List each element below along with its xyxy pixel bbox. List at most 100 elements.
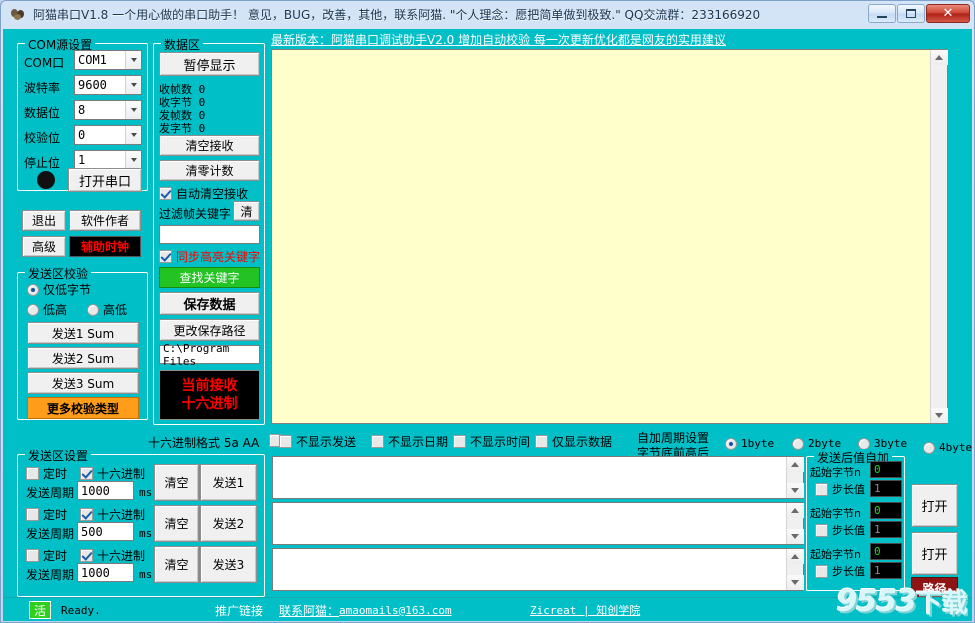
scroll-up-icon[interactable]: [786, 457, 804, 472]
more-checksum-types-button[interactable]: 更多校验类型: [27, 397, 139, 419]
change-save-path-button[interactable]: 更改保存路径: [159, 319, 260, 341]
send1-timer-checkbox[interactable]: 定时: [26, 465, 67, 482]
save-data-button[interactable]: 保存数据: [159, 292, 260, 315]
site-watermark: 9553 下载: [822, 581, 968, 621]
send3-scrollbar[interactable]: [786, 549, 804, 590]
chevron-down-icon[interactable]: [125, 126, 141, 144]
stop-bits-select[interactable]: 1: [74, 150, 142, 170]
radio-indicator: [87, 303, 99, 316]
send1-send-button[interactable]: 发送1: [200, 464, 257, 501]
send2-clear-button[interactable]: 清空: [154, 505, 199, 542]
chevron-down-icon[interactable]: [125, 151, 141, 169]
send1-scrollbar[interactable]: [786, 457, 804, 498]
send3-period-input[interactable]: 1000: [77, 563, 134, 582]
chevron-down-icon[interactable]: [125, 101, 141, 119]
maximize-button[interactable]: [897, 4, 925, 23]
inc3-step-checkbox[interactable]: 步长值: [815, 563, 865, 579]
promo-link-text[interactable]: 推广链接: [215, 602, 263, 619]
inc2-step-input[interactable]: 1: [870, 521, 902, 538]
byte-4-radio[interactable]: 4byte: [923, 441, 972, 454]
close-button[interactable]: ✕: [926, 4, 970, 23]
sync-highlight-keyword-checkbox[interactable]: 同步高亮关键字: [159, 248, 260, 265]
data-bits-select[interactable]: 8: [74, 100, 142, 120]
baud-rate-select[interactable]: 9600: [74, 75, 142, 95]
contact-email[interactable]: amaomails@163.com: [339, 604, 452, 617]
scroll-down-icon[interactable]: [786, 529, 804, 544]
sync-highlight-keyword-label: 同步高亮关键字: [176, 250, 261, 264]
send3-textarea[interactable]: [272, 548, 804, 591]
inc2-step-checkbox[interactable]: 步长值: [815, 522, 865, 538]
scroll-up-icon[interactable]: [786, 549, 804, 564]
receive-scrollbar[interactable]: [930, 50, 948, 423]
current-receive-mode-indicator[interactable]: 当前接收 十六进制: [159, 370, 260, 420]
filter-keyword-input[interactable]: [159, 225, 260, 244]
checkbox-indicator: [80, 549, 93, 562]
send1-sum-button[interactable]: 发送1 Sum: [27, 322, 139, 344]
radio-indicator: [27, 283, 39, 296]
advanced-button[interactable]: 高级: [22, 236, 66, 257]
contact-link[interactable]: 联系阿猫： amaomails@163.com: [279, 601, 452, 619]
only-show-data-checkbox[interactable]: 仅显示数据: [535, 433, 612, 450]
receive-textarea[interactable]: [271, 49, 948, 424]
parity-select[interactable]: 0: [74, 125, 142, 145]
send2-send-button[interactable]: 发送2: [200, 505, 257, 542]
clear-counters-button[interactable]: 清零计数: [159, 160, 260, 181]
hide-time-checkbox[interactable]: 不显示时间: [453, 433, 530, 450]
open-file2-button[interactable]: 打开: [911, 532, 958, 575]
checkbox-indicator: [453, 435, 466, 448]
inc3-step-input[interactable]: 1: [870, 562, 902, 579]
com-port-value: COM1: [78, 53, 107, 67]
send2-scrollbar[interactable]: [786, 503, 804, 544]
scroll-down-icon[interactable]: [786, 483, 804, 498]
send3-clear-button[interactable]: 清空: [154, 546, 199, 583]
inc1-step-checkbox[interactable]: 步长值: [815, 481, 865, 497]
checksum-high-low-radio[interactable]: 高低: [87, 301, 127, 318]
send1-period-input[interactable]: 1000: [77, 481, 134, 500]
scroll-up-icon[interactable]: [786, 503, 804, 518]
pause-display-button[interactable]: 暂停显示: [159, 52, 260, 76]
scroll-down-icon[interactable]: [786, 575, 804, 590]
chevron-down-icon[interactable]: [125, 51, 141, 69]
filter-clear-button[interactable]: 清: [233, 201, 260, 221]
exit-button[interactable]: 退出: [22, 210, 66, 231]
hide-date-checkbox[interactable]: 不显示日期: [371, 433, 448, 450]
send1-hex-checkbox[interactable]: 十六进制: [80, 465, 145, 482]
send3-hex-checkbox[interactable]: 十六进制: [80, 547, 145, 564]
open-file1-button[interactable]: 打开: [911, 484, 958, 527]
checksum-low-byte-only-radio[interactable]: 仅低字节: [27, 281, 91, 298]
send2-period-input[interactable]: 500: [77, 522, 134, 541]
scroll-down-icon[interactable]: [930, 408, 948, 423]
credit-text[interactable]: Zicreat | 知创学院: [530, 602, 640, 618]
inc2-start-input[interactable]: 0: [870, 502, 902, 519]
clear-receive-button[interactable]: 清空接收: [159, 135, 260, 156]
inc1-start-input[interactable]: 0: [870, 461, 902, 478]
send1-clear-button[interactable]: 清空: [154, 464, 199, 501]
checksum-low-high-radio[interactable]: 低高: [27, 301, 67, 318]
inc1-step-input[interactable]: 1: [870, 480, 902, 497]
send2-hex-checkbox[interactable]: 十六进制: [80, 506, 145, 523]
software-author-button[interactable]: 软件作者: [69, 210, 141, 231]
checkbox-indicator: [815, 564, 828, 578]
scroll-up-icon[interactable]: [930, 50, 948, 65]
send3-period-label: 发送周期: [26, 568, 75, 582]
send2-sum-button[interactable]: 发送2 Sum: [27, 347, 139, 369]
send3-timer-checkbox[interactable]: 定时: [26, 547, 67, 564]
send1-textarea[interactable]: [272, 456, 804, 499]
latest-version-notice-link[interactable]: 最新版本：阿猫串口调试助手V2.0 增加自动校验 每一次更新优化都是网友的实用建…: [271, 31, 726, 48]
save-path-input[interactable]: C:\Program Files: [159, 342, 260, 368]
send2-timer-checkbox[interactable]: 定时: [26, 506, 67, 523]
open-serial-port-button[interactable]: 打开串口: [68, 168, 142, 192]
find-keyword-button[interactable]: 查找关键字: [159, 267, 260, 288]
auxiliary-clock-button[interactable]: 辅助时钟: [69, 236, 141, 257]
credit-link[interactable]: Zicreat | 知创学院: [530, 601, 640, 619]
byte-1-radio[interactable]: 1byte: [725, 437, 774, 450]
send2-textarea[interactable]: [272, 502, 804, 545]
minimize-button[interactable]: [868, 4, 896, 23]
send3-send-button[interactable]: 发送3: [200, 546, 257, 583]
inc3-start-input[interactable]: 0: [870, 543, 902, 560]
send3-sum-button[interactable]: 发送3 Sum: [27, 372, 139, 394]
hide-send-checkbox[interactable]: 不显示发送: [279, 433, 356, 450]
auto-clear-receive-checkbox[interactable]: 自动清空接收: [159, 185, 248, 202]
com-port-select[interactable]: COM1: [74, 50, 142, 70]
chevron-down-icon[interactable]: [125, 76, 141, 94]
